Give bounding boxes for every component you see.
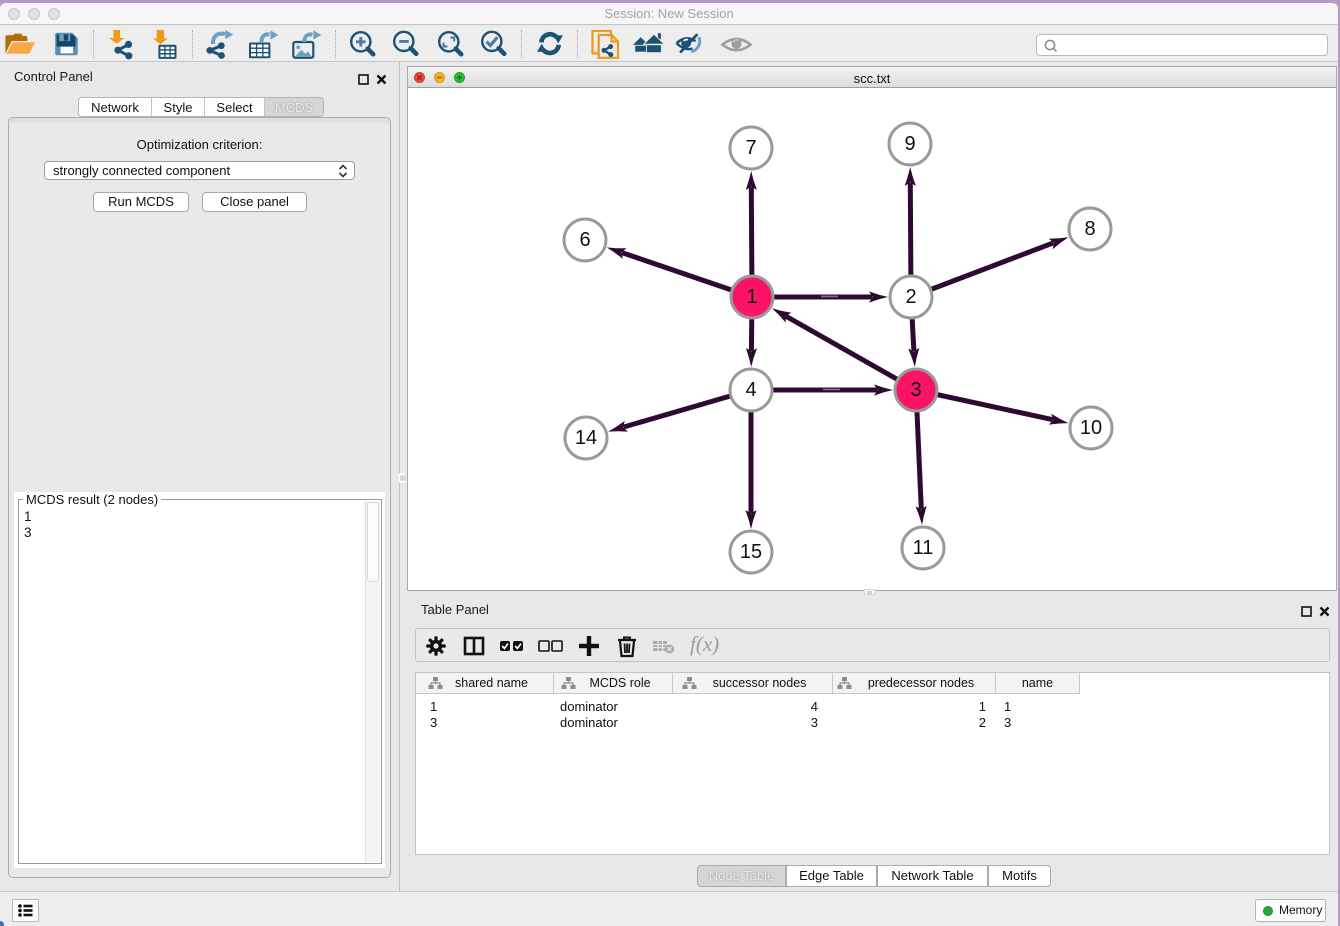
svg-text:9: 9 bbox=[904, 133, 915, 155]
svg-text:8: 8 bbox=[1084, 218, 1095, 240]
svg-text:3: 3 bbox=[910, 379, 921, 401]
svg-text:1: 1 bbox=[746, 286, 757, 308]
svg-text:15: 15 bbox=[740, 541, 762, 563]
svg-text:7: 7 bbox=[745, 137, 756, 159]
svg-text:10: 10 bbox=[1080, 417, 1102, 439]
svg-text:14: 14 bbox=[575, 427, 597, 449]
svg-text:f(x): f(x) bbox=[690, 632, 719, 656]
svg-text:2: 2 bbox=[905, 286, 916, 308]
svg-text:4: 4 bbox=[745, 379, 756, 401]
svg-text:6: 6 bbox=[579, 229, 590, 251]
svg-text:11: 11 bbox=[913, 537, 934, 559]
